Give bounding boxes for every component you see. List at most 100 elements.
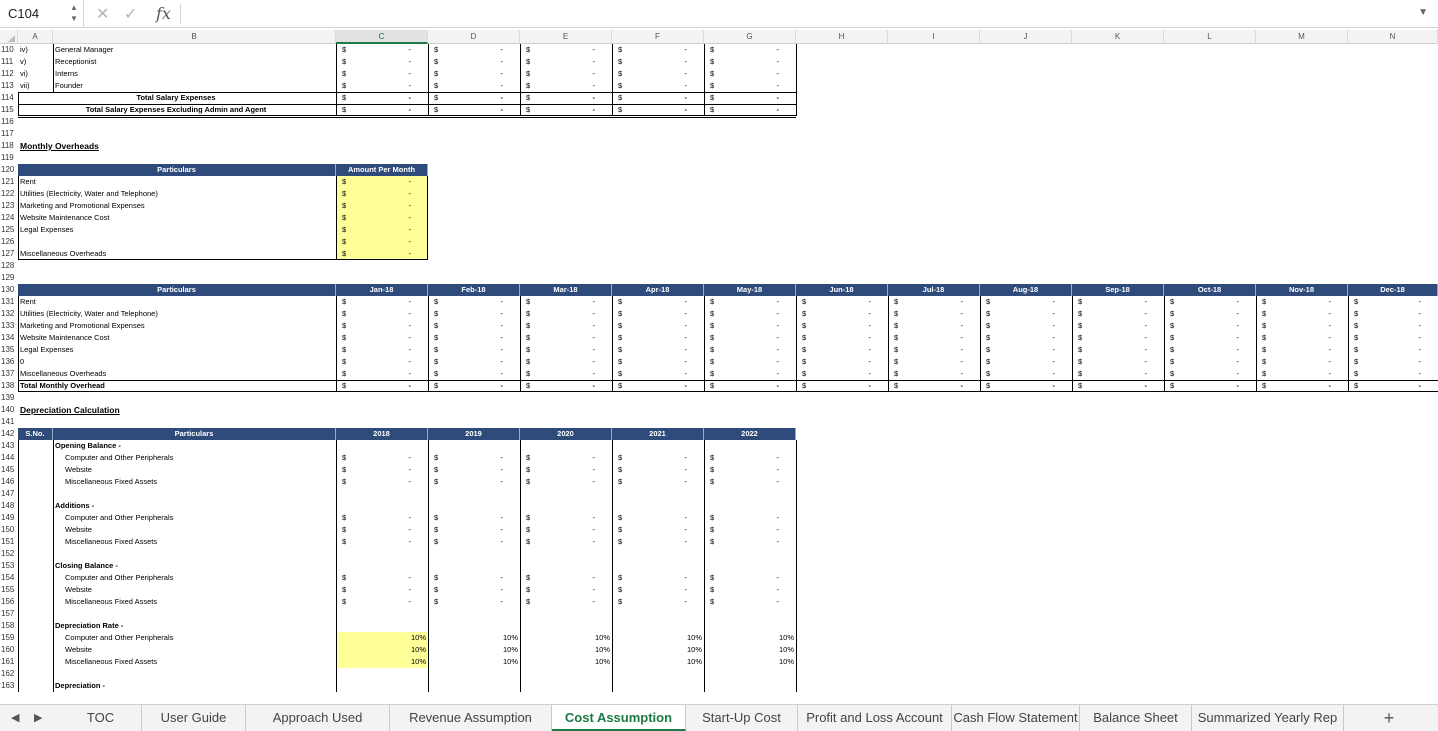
row-number[interactable]: 115 — [0, 104, 18, 116]
cell-value[interactable]: - — [336, 44, 412, 56]
column-header-m[interactable]: M — [1256, 30, 1348, 44]
cell-value[interactable]: - — [1348, 344, 1422, 356]
cell-value[interactable]: - — [704, 536, 780, 548]
cell[interactable]: Depreciation Rate - — [55, 620, 335, 632]
cell[interactable]: Computer and Other Peripherals — [65, 632, 325, 644]
rate-value[interactable]: 10% — [704, 644, 794, 656]
cell[interactable]: Website — [65, 524, 325, 536]
column-header-b[interactable]: B — [53, 30, 336, 44]
cell-value[interactable]: - — [704, 524, 780, 536]
cell-value[interactable]: - — [428, 536, 504, 548]
cell-value[interactable]: - — [612, 308, 688, 320]
cell-value[interactable]: - — [612, 344, 688, 356]
cell-value[interactable]: - — [612, 332, 688, 344]
cell[interactable]: Miscellaneous Fixed Assets — [65, 656, 325, 668]
cell[interactable]: Interns — [55, 68, 335, 80]
row-number[interactable]: 120 — [0, 164, 18, 176]
row-number[interactable]: 111 — [0, 56, 18, 68]
sheet-tab[interactable]: TOC — [60, 705, 142, 731]
row-number[interactable]: 137 — [0, 368, 18, 380]
cell-value[interactable]: - — [704, 476, 780, 488]
cell-value[interactable]: - — [704, 320, 780, 332]
header-month[interactable]: Mar-18 — [520, 284, 612, 296]
cell[interactable]: Computer and Other Peripherals — [65, 452, 325, 464]
cell-value[interactable]: - — [428, 572, 504, 584]
cell-value[interactable]: - — [1348, 332, 1422, 344]
cell-value[interactable]: - — [520, 80, 596, 92]
header-year[interactable]: 2020 — [520, 428, 612, 440]
sheet-tab[interactable]: Summarized Yearly Rep — [1192, 705, 1344, 731]
expand-formula-chevron-down-icon[interactable]: ▼ — [1418, 7, 1428, 18]
rate-value[interactable]: 10% — [336, 656, 426, 668]
cell-value[interactable]: - — [704, 296, 780, 308]
cell-value[interactable]: - — [428, 320, 504, 332]
row-number[interactable]: 142 — [0, 428, 18, 440]
header-particulars[interactable]: Particulars — [53, 428, 336, 440]
cell-value[interactable]: - — [336, 68, 412, 80]
cell-value[interactable]: - — [796, 356, 872, 368]
cell-value[interactable]: - — [520, 44, 596, 56]
cell[interactable]: Receptionist — [55, 56, 335, 68]
cell[interactable]: Depreciation Calculation — [20, 404, 220, 416]
cell-value[interactable]: - — [336, 452, 412, 464]
cell-value[interactable]: - — [1072, 332, 1148, 344]
cell-value[interactable]: - — [1072, 296, 1148, 308]
cell[interactable]: Miscellaneous Fixed Assets — [65, 596, 325, 608]
cell-value[interactable]: - — [336, 584, 412, 596]
cell-value[interactable]: - — [1256, 320, 1332, 332]
sheet-tab[interactable]: Profit and Loss Account — [798, 705, 952, 731]
cell-value[interactable]: - — [336, 524, 412, 536]
cell-value[interactable]: - — [704, 584, 780, 596]
row-number[interactable]: 124 — [0, 212, 18, 224]
cell-value[interactable]: - — [336, 80, 412, 92]
cell-value[interactable]: - — [888, 368, 964, 380]
row-number[interactable]: 127 — [0, 248, 18, 260]
cell[interactable]: Legal Expenses — [20, 224, 330, 236]
cell-value[interactable]: - — [888, 296, 964, 308]
row-number[interactable]: 153 — [0, 560, 18, 572]
column-header-l[interactable]: L — [1164, 30, 1256, 44]
header-amount-per-month[interactable]: Amount Per Month — [336, 164, 428, 176]
cell-value[interactable]: - — [428, 332, 504, 344]
cell-value[interactable]: - — [336, 344, 412, 356]
cell-value[interactable]: - — [520, 476, 596, 488]
cell-value[interactable]: - — [336, 572, 412, 584]
row-number[interactable]: 135 — [0, 344, 18, 356]
header-month[interactable]: Jun-18 — [796, 284, 888, 296]
cell-value[interactable]: - — [888, 356, 964, 368]
cell-value[interactable]: - — [704, 572, 780, 584]
cell-value[interactable]: - — [612, 572, 688, 584]
row-number[interactable]: 136 — [0, 356, 18, 368]
cell[interactable]: Computer and Other Peripherals — [65, 512, 325, 524]
cell-value[interactable]: - — [520, 524, 596, 536]
cell-value[interactable]: - — [1072, 308, 1148, 320]
cell-value[interactable]: - — [428, 512, 504, 524]
cell-value[interactable]: - — [1164, 320, 1240, 332]
cell-value[interactable]: - — [612, 536, 688, 548]
row-number[interactable]: 114 — [0, 92, 18, 104]
row-number[interactable]: 123 — [0, 200, 18, 212]
cell-value[interactable]: - — [520, 56, 596, 68]
row-number[interactable]: 132 — [0, 308, 18, 320]
row-number[interactable]: 151 — [0, 536, 18, 548]
row-number[interactable]: 156 — [0, 596, 18, 608]
cell-value[interactable]: - — [520, 512, 596, 524]
cell-value[interactable]: - — [336, 212, 412, 224]
cell-value[interactable]: - — [704, 512, 780, 524]
row-number[interactable]: 154 — [0, 572, 18, 584]
row-number[interactable]: 126 — [0, 236, 18, 248]
column-header-c[interactable]: C — [336, 30, 428, 44]
cell[interactable]: vi) — [20, 68, 52, 80]
rate-value[interactable]: 10% — [428, 644, 518, 656]
cell-value[interactable]: - — [1256, 368, 1332, 380]
cell-value[interactable]: - — [704, 68, 780, 80]
header-month[interactable]: Oct-18 — [1164, 284, 1256, 296]
cell-value[interactable]: - — [1164, 356, 1240, 368]
sheet-tab[interactable]: Cash Flow Statement — [952, 705, 1080, 731]
row-number[interactable]: 113 — [0, 80, 18, 92]
cell-value[interactable]: - — [428, 596, 504, 608]
column-header-j[interactable]: J — [980, 30, 1072, 44]
row-number[interactable]: 157 — [0, 608, 18, 620]
sheet-tab[interactable]: Start-Up Cost — [686, 705, 798, 731]
cell-value[interactable]: - — [612, 368, 688, 380]
